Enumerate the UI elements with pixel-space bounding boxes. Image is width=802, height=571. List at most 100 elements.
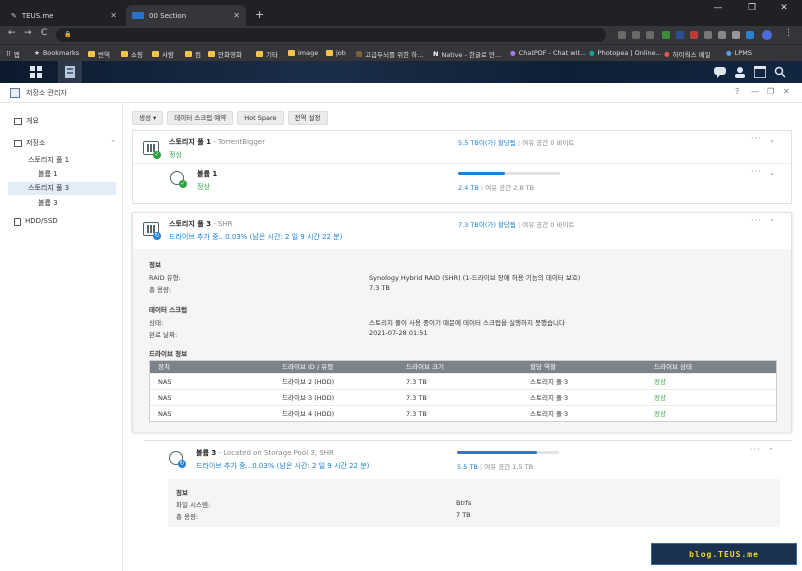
more-options-icon[interactable]: ···: [751, 216, 762, 225]
scrub-completed-label: 완료 날짜:: [149, 331, 178, 339]
share-icon[interactable]: [632, 31, 640, 39]
tab-teus[interactable]: ✎ TEUS.me ✕: [5, 5, 123, 26]
bookmark-site[interactable]: ● ChatPDF - Chat wit...: [510, 49, 586, 57]
volume-title: 볼륨 3 - Located on Storage Pool 3, SHR: [196, 449, 334, 457]
bookmarks-bar: ⠿ 앱 ★ Bookmarks 번역 쇼핑 사람 컴 만화영화 기타 image j…: [0, 44, 802, 61]
pool-allocation: 5.5 TB이(가) 할당됨 | 여유 공간 0 바이트: [458, 139, 575, 147]
url-bar[interactable]: 🔒: [56, 28, 606, 42]
sidebar-item-hdd-ssd[interactable]: HDD/SSD: [8, 215, 116, 228]
maximize-app-button[interactable]: ❐: [767, 87, 774, 96]
forward-button[interactable]: →: [24, 28, 32, 38]
status-text: 드라이브 추가 중...0.03% (남은 시간: 2 일 9 시간 22 분): [169, 233, 343, 241]
chevron-down-icon[interactable]: ⌄: [769, 169, 775, 177]
bookmark-folder[interactable]: 번역: [88, 49, 110, 59]
photopea-icon: ●: [589, 49, 595, 57]
table-row[interactable]: NAS 드라이브 2 (HDD) 7.3 TB 스토리지 풀 3 정상: [150, 373, 776, 389]
bookmark-folder[interactable]: 쇼핑: [121, 49, 143, 59]
volume-usage-bar: [457, 451, 559, 454]
tab-close-icon[interactable]: ✕: [110, 11, 117, 20]
info-heading: 정보: [176, 489, 188, 497]
chevron-down-icon[interactable]: ⌄: [769, 136, 775, 144]
bookmark-site[interactable]: ● LPMS: [726, 49, 752, 57]
chevron-up-icon[interactable]: ⌃: [768, 447, 774, 455]
table-row[interactable]: NAS 드라이브 3 (HDD) 7.3 TB 스토리지 풀 3 정상: [150, 389, 776, 405]
hot-spare-button[interactable]: Hot Spare: [237, 111, 284, 125]
extension-icon[interactable]: [690, 31, 698, 39]
bookmark-site[interactable]: ● 하이웍스 메일: [664, 49, 711, 59]
create-button[interactable]: 생성 ▾: [132, 111, 164, 125]
sidebar-item-overview[interactable]: 개요: [8, 115, 116, 128]
storage-icon: [14, 140, 22, 147]
status-sync-icon: ↻: [153, 232, 161, 240]
star-icon[interactable]: [646, 31, 654, 39]
main-panel: 생성 ▾ 데이터 스크럽 예약 Hot Spare 전역 설정 ✓ 스토리지 풀…: [124, 103, 802, 571]
bookmark-folder[interactable]: job: [326, 49, 346, 57]
close-app-button[interactable]: ✕: [783, 87, 790, 96]
drive-info-heading: 드라이브 정보: [149, 350, 188, 358]
star-icon: ★: [34, 49, 40, 57]
maximize-button[interactable]: ❐: [738, 0, 766, 16]
extension-icon[interactable]: [676, 31, 684, 39]
key-icon[interactable]: [618, 31, 626, 39]
bookmark-folder[interactable]: 사람: [152, 49, 174, 59]
scrub-schedule-button[interactable]: 데이터 스크럽 예약: [167, 111, 234, 125]
extensions-puzzle-icon[interactable]: [718, 31, 726, 39]
reload-button[interactable]: C: [41, 28, 47, 38]
global-settings-button[interactable]: 전역 설정: [287, 111, 328, 125]
bookmark-bookmarks[interactable]: ★ Bookmarks: [34, 49, 79, 57]
capacity-label: 총 용량:: [149, 286, 172, 294]
storage-pool-3-card: ↻ 스토리지 풀 3 - SHR 드라이브 추가 중...0.03% (남은 시…: [132, 212, 792, 432]
pool-details-panel: 정보 RAID 유형: Synology Hybrid RAID (SHR) (…: [133, 249, 791, 432]
browser-menu-icon[interactable]: ⋮: [784, 28, 793, 38]
chevron-up-icon: ⌃: [110, 139, 116, 147]
folder-icon: [88, 51, 95, 57]
scrub-state-label: 상태:: [149, 319, 164, 327]
status-text: 정상: [169, 151, 182, 159]
sidebar-item-volume-3[interactable]: 볼륨 3: [8, 197, 116, 210]
extension-icon[interactable]: [662, 31, 670, 39]
sidebar-item-pool-1[interactable]: 스토리지 풀 1: [8, 154, 116, 167]
pool-title: 스토리지 풀 3 - SHR: [169, 220, 233, 228]
sidebar-item-storage[interactable]: 저장소 ⌃: [8, 137, 116, 150]
more-options-icon[interactable]: ···: [750, 445, 761, 454]
filesystem-label: 파일 시스템:: [176, 501, 211, 509]
help-button[interactable]: ?: [735, 87, 739, 96]
more-options-icon[interactable]: ···: [751, 167, 762, 176]
sidebar: 개요 저장소 ⌃ 스토리지 풀 1 볼륨 1 스토리지 풀 3 볼륨 3 HDD…: [0, 103, 123, 571]
scrub-heading: 데이터 스크럽: [149, 306, 188, 314]
search-icon[interactable]: [768, 61, 792, 83]
extension-icon[interactable]: [732, 31, 740, 39]
bookmark-folder[interactable]: 만화영화: [208, 49, 242, 59]
bookmark-site[interactable]: ▤ 고급두뇌를 위한 하...: [356, 49, 423, 59]
lpms-icon: ●: [726, 49, 732, 57]
pool-allocation: 7.3 TB이(가) 할당됨 | 여유 공간 0 바이트: [458, 221, 575, 229]
tab-section[interactable]: 00 Section ✕: [126, 5, 246, 26]
bookmark-folder[interactable]: image: [288, 49, 318, 57]
more-options-icon[interactable]: ···: [751, 134, 762, 143]
capacity-value: 7.3 TB: [369, 284, 390, 292]
extension-icon[interactable]: [704, 31, 712, 39]
sidebar-item-volume-1[interactable]: 볼륨 1: [8, 168, 116, 181]
close-window-button[interactable]: ✕: [770, 0, 798, 16]
bookmark-site[interactable]: N Native - 한글로 만...: [433, 49, 501, 59]
extension-icon[interactable]: [746, 31, 754, 39]
sidebar-item-pool-3[interactable]: 스토리지 풀 3: [8, 182, 116, 195]
capacity-value: 7 TB: [456, 511, 471, 519]
profile-avatar[interactable]: [762, 30, 772, 40]
bookmark-site[interactable]: ● Photopea | Online...: [589, 49, 662, 57]
minimize-app-button[interactable]: —: [751, 87, 759, 96]
table-row[interactable]: NAS 드라이브 4 (HDD) 7.3 TB 스토리지 풀 3 정상: [150, 405, 776, 421]
bookmark-folder[interactable]: 컴: [185, 49, 201, 59]
minimize-button[interactable]: —: [704, 0, 732, 16]
tab-close-icon[interactable]: ✕: [233, 11, 240, 20]
bookmark-apps[interactable]: ⠿ 앱: [6, 49, 20, 59]
storage-manager-taskbar-icon[interactable]: [58, 61, 82, 83]
chevron-up-icon[interactable]: ⌃: [769, 218, 775, 226]
dsm-taskbar: [0, 61, 802, 83]
bookmark-folder[interactable]: 기타: [256, 49, 278, 59]
main-menu-grid-icon[interactable]: [24, 61, 48, 83]
folder-icon: [152, 51, 159, 57]
back-button[interactable]: ←: [8, 28, 16, 38]
drive-table: 장치 드라이브 ID / 유형 드라이브 크기 할당 역할 드라이브 상태 NA…: [149, 360, 777, 422]
new-tab-button[interactable]: +: [255, 8, 264, 21]
